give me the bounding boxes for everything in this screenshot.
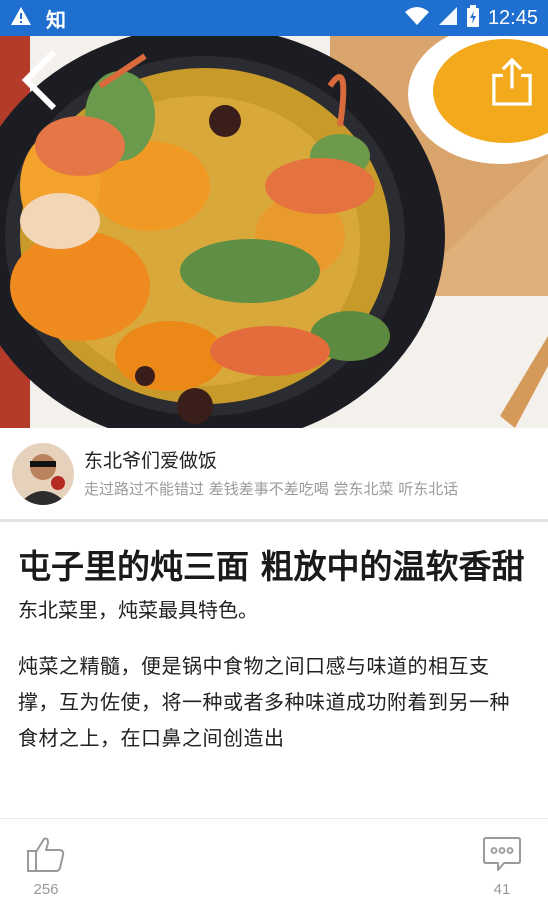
comment-count: 41 xyxy=(493,881,511,898)
back-button[interactable] xyxy=(18,49,62,111)
like-count: 256 xyxy=(33,881,59,898)
author-row[interactable]: 东北爷们爱做饭 走过路过不能错过 差钱差事不差吃喝 尝东北菜 听东北话 xyxy=(0,428,548,522)
article-title: 屯子里的炖三面 粗放中的温软香甜 xyxy=(18,547,525,586)
author-description: 走过路过不能错过 差钱差事不差吃喝 尝东北菜 听东北话 xyxy=(84,479,459,498)
hero-image xyxy=(0,36,548,428)
dish-photo xyxy=(0,36,548,428)
thumbs-up-icon xyxy=(27,837,65,872)
article-body: 炖菜之精髓，便是锅中食物之间口感与味道的相互支撑，互为佐使，将一种或者多种味道成… xyxy=(18,654,510,750)
author-name[interactable]: 东北爷们爱做饭 xyxy=(84,447,534,475)
share-icon xyxy=(492,57,532,106)
status-time: 12:45 xyxy=(487,6,538,29)
back-arrow-icon xyxy=(21,49,57,111)
status-bar: 知 12:45 xyxy=(0,0,548,36)
comment-button[interactable]: 41 xyxy=(472,835,532,898)
article-subtitle: 东北菜里，炖菜最具特色。 xyxy=(18,598,258,622)
warning-icon xyxy=(10,6,32,30)
status-app-label: 知 xyxy=(46,7,66,32)
share-button[interactable] xyxy=(490,57,534,106)
comment-icon xyxy=(483,837,521,871)
article-content: 屯子里的炖三面 粗放中的温软香甜 东北菜里，炖菜最具特色。 炖菜之精髓，便是锅中… xyxy=(18,540,530,756)
avatar[interactable] xyxy=(12,442,74,505)
signal-icon xyxy=(438,6,458,30)
like-button[interactable]: 256 xyxy=(16,835,76,898)
battery-icon xyxy=(466,5,480,31)
wifi-icon xyxy=(404,6,430,30)
bottom-action-bar: 256 41 xyxy=(0,818,548,904)
